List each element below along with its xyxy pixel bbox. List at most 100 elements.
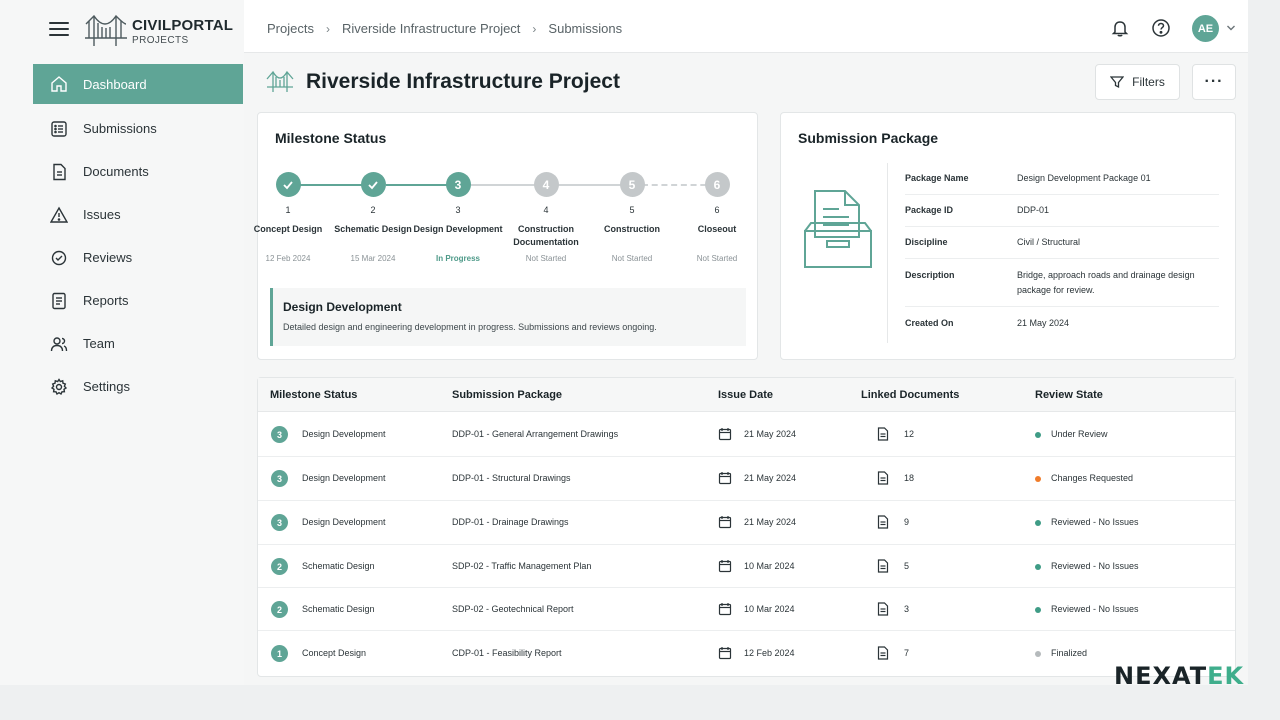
step-date: 12 Feb 2024 (265, 254, 311, 263)
filters-button[interactable]: Filters (1095, 64, 1180, 100)
table-row[interactable]: 3 Design Development DDP-01 - General Arra… (258, 412, 1235, 457)
milestone-step-2[interactable]: 2 Schematic Design 15 Mar 2024 (328, 172, 418, 263)
sidebar-item-settings[interactable]: Settings (33, 365, 243, 408)
linked-documents-cell[interactable]: 9 (904, 517, 909, 527)
step-circle: 4 (533, 172, 559, 197)
milestone-status-card: Milestone Status 1 Concept Design 12 Feb… (254, 112, 758, 360)
step-name: Design Development (413, 224, 503, 234)
column-header-linked-documents[interactable]: Linked Documents (861, 389, 959, 401)
milestone-step-3[interactable]: 3 3 Design Development In Progress (413, 172, 503, 263)
linked-documents-cell[interactable]: 7 (904, 648, 909, 658)
package-row: Package ID DDP-01 (905, 195, 1219, 227)
sidebar-item-label: Submissions (83, 121, 157, 136)
milestone-badge: 3 (271, 514, 288, 531)
column-header-review-state[interactable]: Review State (1035, 389, 1103, 401)
breadcrumb-projects[interactable]: Projects (267, 21, 314, 36)
more-options-button[interactable]: ··· (1192, 64, 1236, 100)
brand-name: CIVILPORTAL (132, 17, 234, 34)
review-state-cell: Finalized (1051, 648, 1088, 658)
current-milestone-panel: Design Development Detailed design and e… (270, 288, 746, 346)
submissions-table: Milestone Status Submission Package Issu… (257, 377, 1236, 677)
package-cell[interactable]: DDP-01 - General Arrangement Drawings (452, 429, 618, 439)
package-cell[interactable]: DDP-01 - Structural Drawings (452, 473, 571, 483)
current-milestone-text: Detailed design and engineering developm… (283, 322, 657, 332)
sidebar-item-issues[interactable]: Issues (33, 193, 243, 236)
main-content: Projects › Riverside Infrastructure Proj… (244, 0, 1248, 690)
chevron-down-icon[interactable] (1226, 24, 1236, 32)
milestone-step-6[interactable]: 6 6 Closeout Not Started (672, 172, 762, 263)
table-row[interactable]: 2 Schematic Design SDP-02 - Traffic Manage… (258, 545, 1235, 588)
package-cell[interactable]: DDP-01 - Drainage Drawings (452, 517, 569, 527)
table-row[interactable]: 3 Design Development DDP-01 - Drainage Dra… (258, 501, 1235, 545)
current-milestone-title: Design Development (283, 300, 402, 314)
table-header: Milestone Status Submission Package Issu… (258, 378, 1235, 412)
submission-package-card: Submission Package Package Name Design D… (780, 112, 1236, 360)
breadcrumb: Projects › Riverside Infrastructure Proj… (267, 21, 622, 36)
milestone-cell: Schematic Design (302, 561, 375, 571)
milestone-badge: 3 (271, 470, 288, 487)
package-label: Package Name (905, 173, 969, 183)
calendar-icon (718, 603, 732, 616)
linked-documents-cell[interactable]: 12 (904, 429, 914, 439)
sidebar-item-reviews[interactable]: Reviews (33, 236, 243, 279)
document-icon (877, 559, 889, 573)
sidebar-item-dashboard[interactable]: Dashboard (33, 64, 243, 104)
milestone-step-4[interactable]: 4 4 Construction Documentation Not Start… (501, 172, 591, 263)
sidebar-item-team[interactable]: Team (33, 322, 243, 365)
step-date: In Progress (435, 254, 480, 263)
package-cell[interactable]: SDP-02 - Traffic Management Plan (452, 561, 591, 571)
column-header-issue-date[interactable]: Issue Date (718, 389, 773, 401)
sidebar-nav: Dashboard Submissions Documents Issues R… (33, 64, 243, 408)
table-row[interactable]: 3 Design Development DDP-01 - Structural D… (258, 457, 1235, 501)
issue-date-cell: 10 Mar 2024 (744, 561, 795, 571)
breadcrumb-submissions: Submissions (548, 21, 623, 36)
avatar[interactable]: AE (1192, 15, 1219, 42)
package-cell[interactable]: SDP-02 - Geotechnical Report (452, 604, 574, 614)
milestone-step-5[interactable]: 5 5 Construction Not Started (587, 172, 677, 263)
step-number: 1 (285, 205, 291, 215)
table-row[interactable]: 2 Schematic Design SDP-02 - Geotechnical R… (258, 588, 1235, 631)
linked-documents-cell[interactable]: 18 (904, 473, 914, 483)
watermark-text: NEXAT (1114, 662, 1208, 690)
chevron-right-icon: › (325, 21, 330, 36)
brand-header: CIVILPORTAL PROJECTS (0, 0, 244, 64)
report-icon (52, 292, 66, 309)
sidebar-item-reports[interactable]: Reports (33, 279, 243, 322)
watermark-text-accent: EK (1207, 662, 1245, 690)
status-dot (1035, 432, 1041, 438)
linked-documents-cell[interactable]: 5 (904, 561, 909, 571)
package-row: Created On 21 May 2024 (905, 307, 1219, 339)
calendar-icon (718, 516, 732, 529)
column-header-milestone[interactable]: Milestone Status (270, 389, 357, 401)
sidebar-item-submissions[interactable]: Submissions (33, 107, 243, 150)
table-row[interactable]: 1 Concept Design CDP-01 - Feasibility Repo… (258, 631, 1235, 676)
issue-date-cell: 10 Mar 2024 (744, 604, 795, 614)
bell-icon[interactable] (1110, 18, 1130, 38)
sidebar-item-label: Dashboard (83, 76, 147, 92)
issue-date-cell: 21 May 2024 (744, 473, 797, 483)
bridge-logo-icon (85, 14, 127, 46)
gear-icon (50, 377, 68, 395)
linked-documents-cell[interactable]: 3 (904, 604, 909, 614)
package-cell[interactable]: CDP-01 - Feasibility Report (452, 648, 562, 658)
column-header-package[interactable]: Submission Package (452, 389, 562, 401)
document-icon (53, 163, 66, 180)
document-icon (877, 471, 889, 485)
sidebar-item-documents[interactable]: Documents (33, 150, 243, 193)
page-title: Riverside Infrastructure Project (306, 70, 620, 93)
package-label: Discipline (905, 237, 948, 247)
breadcrumb-project[interactable]: Riverside Infrastructure Project (342, 21, 520, 36)
review-icon (51, 250, 67, 265)
issue-date-cell: 21 May 2024 (744, 429, 797, 439)
team-icon (50, 336, 68, 351)
document-icon (877, 646, 889, 660)
menu-icon[interactable] (49, 21, 69, 37)
step-date: Not Started (525, 254, 567, 263)
brand-subtitle: PROJECTS (132, 35, 189, 46)
sidebar-item-label: Reviews (83, 250, 133, 265)
step-circle: 6 (704, 172, 730, 197)
help-icon[interactable] (1151, 18, 1171, 38)
step-name: Construction Documentation (513, 224, 579, 247)
milestone-step-1[interactable]: 1 Concept Design 12 Feb 2024 (243, 172, 333, 263)
review-state-cell: Reviewed - No Issues (1051, 517, 1139, 527)
